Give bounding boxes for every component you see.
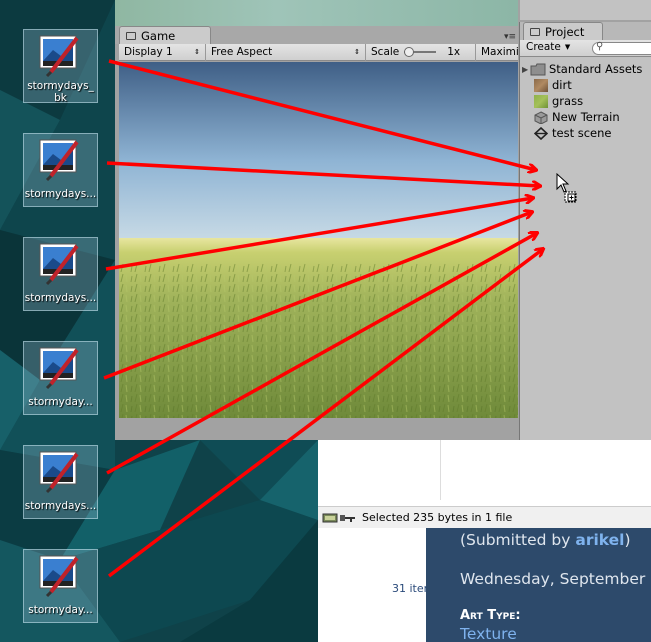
paint-image-icon — [37, 138, 83, 182]
date-text: Wednesday, September — [460, 570, 646, 588]
submitted-suffix: ) — [624, 531, 631, 549]
project-item-label: dirt — [552, 78, 572, 92]
aspect-dropdown[interactable]: Free Aspect ⇕ — [206, 43, 366, 61]
display-dropdown[interactable]: Display 1 ⇕ — [119, 43, 206, 61]
texture-dirt-icon — [534, 78, 548, 92]
unity-editor-window: Game ▾≡ Display 1 ⇕ Free Aspect ⇕ Scale 1x… — [115, 0, 651, 440]
project-item-label: grass — [552, 94, 584, 108]
scale-value: 1x — [447, 46, 461, 58]
desktop-icon-3[interactable]: stormydays... — [23, 237, 98, 311]
project-toolbar: Create ▼ ⚲ — [520, 40, 651, 57]
project-item-test-scene[interactable]: test scene — [534, 126, 612, 140]
project-item-dirt[interactable]: dirt — [534, 78, 572, 92]
create-label: Create — [526, 41, 561, 53]
scene-view-strip — [115, 0, 518, 26]
desktop-icon-4[interactable]: stormyday... — [23, 341, 98, 415]
tab-project[interactable]: Project — [523, 22, 603, 40]
status-text: Selected 235 bytes in 1 file — [362, 511, 513, 524]
desktop-icon-label: stormyday... — [28, 604, 93, 616]
submitted-by-line: (Submitted by arikel) — [460, 531, 631, 549]
dropdown-arrows-icon: ⇕ — [194, 48, 200, 56]
tab-menu-icon[interactable]: ▾≡ — [504, 32, 516, 42]
desktop-icon-label: stormyday... — [28, 396, 93, 408]
game-tab-strip: Game ▾≡ — [115, 26, 518, 44]
folder-icon — [530, 63, 546, 75]
texture-grass-icon — [534, 94, 548, 108]
game-view-render — [119, 62, 518, 418]
desktop-icon-label: stormydays... — [24, 500, 97, 512]
website-content: (Submitted by arikel) Wednesday, Septemb… — [426, 528, 651, 642]
paint-image-icon — [37, 242, 83, 286]
scale-slider-thumb[interactable] — [404, 47, 415, 57]
desktop-icon-6[interactable]: stormyday... — [23, 549, 98, 623]
drag-copy-cursor-icon — [556, 173, 577, 203]
paint-image-icon — [37, 450, 83, 494]
maximize-label: Maximi — [481, 46, 518, 58]
dropdown-arrows-icon: ⇕ — [354, 48, 360, 56]
dropdown-caret-icon: ▼ — [564, 43, 571, 51]
game-controller-icon — [126, 32, 136, 40]
project-item-label: test scene — [552, 126, 612, 140]
folder-tab-icon — [530, 28, 540, 36]
art-type-label: Art Type: — [460, 608, 521, 623]
display-dropdown-label: Display 1 — [124, 46, 173, 58]
project-panel: Project Create ▼ ⚲ ▶ Standard Assets dirt… — [519, 22, 651, 440]
project-item-standard-assets[interactable]: ▶ Standard Assets — [520, 62, 642, 76]
desktop-icon-label: stormydays... — [24, 188, 97, 200]
paint-image-icon — [37, 34, 83, 78]
items-count: 31 iter — [392, 582, 429, 595]
status-icons — [322, 511, 356, 525]
editor-top-right-strip — [520, 0, 651, 20]
desktop-icon-1[interactable]: stormydays_ bk — [23, 29, 98, 104]
terrain-asset-icon — [534, 110, 548, 124]
project-item-label: Standard Assets — [549, 62, 643, 76]
game-toolbar: Display 1 ⇕ Free Aspect ⇕ Scale 1x Maximi — [119, 43, 518, 61]
project-tab-strip: Project — [520, 22, 651, 40]
desktop-icon-label: stormydays... — [24, 292, 97, 304]
paint-image-icon — [37, 346, 83, 390]
desktop-icon-label: stormydays_ bk — [27, 80, 94, 104]
paint-image-icon — [37, 554, 83, 598]
scale-label: Scale — [371, 46, 400, 58]
tab-project-label: Project — [545, 25, 585, 39]
expand-arrow-icon[interactable]: ▶ — [520, 65, 530, 74]
project-search-input[interactable]: ⚲ — [592, 41, 651, 55]
maximize-on-play-button[interactable]: Maximi — [476, 44, 518, 61]
unity-scene-icon — [534, 126, 548, 140]
scale-control: Scale 1x — [366, 43, 476, 61]
tab-game[interactable]: Game — [119, 26, 211, 44]
search-icon: ⚲ — [596, 41, 604, 52]
scale-slider[interactable] — [404, 47, 437, 57]
project-item-label: New Terrain — [552, 110, 620, 124]
project-item-grass[interactable]: grass — [534, 94, 583, 108]
desktop-icon-2[interactable]: stormydays... — [23, 133, 98, 207]
create-dropdown[interactable]: Create ▼ — [526, 41, 570, 53]
tab-game-label: Game — [141, 29, 176, 43]
submitted-prefix: (Submitted by — [460, 531, 576, 549]
aspect-dropdown-label: Free Aspect — [211, 46, 273, 58]
status-bar: Selected 235 bytes in 1 file — [318, 506, 651, 528]
art-type-link[interactable]: Texture — [460, 625, 517, 642]
submitter-link[interactable]: arikel — [575, 531, 624, 549]
project-item-new-terrain[interactable]: New Terrain — [534, 110, 620, 124]
desktop-icon-5[interactable]: stormydays... — [23, 445, 98, 519]
